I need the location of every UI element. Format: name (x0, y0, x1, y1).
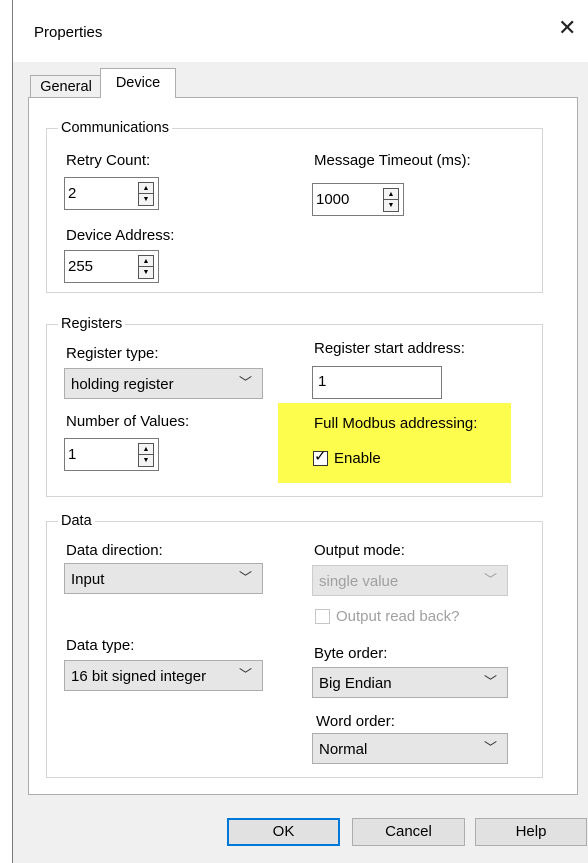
register-start-address-input[interactable]: 1 (312, 366, 442, 399)
byte-order-value: Big Endian (319, 675, 392, 692)
word-order-dropdown[interactable]: Normal ﹀ (312, 733, 508, 764)
window-title: Properties (34, 24, 103, 41)
register-start-address-label: Register start address: (314, 340, 465, 357)
help-button[interactable]: Help (475, 818, 587, 846)
data-direction-label: Data direction: (66, 542, 163, 559)
retry-count-value: 2 (68, 185, 77, 202)
message-timeout-spinner[interactable]: 1000 ▲ ▼ (312, 183, 404, 216)
enable-checkbox[interactable]: ✓ (313, 448, 328, 466)
number-of-values-value: 1 (68, 446, 77, 463)
output-mode-label: Output mode: (314, 542, 405, 559)
number-of-values-label: Number of Values: (66, 413, 190, 430)
data-type-value: 16 bit signed integer (71, 668, 207, 685)
data-direction-value: Input (71, 571, 105, 588)
registers-legend: Registers (58, 316, 126, 332)
device-address-spinner[interactable]: 255 ▲ ▼ (64, 250, 159, 283)
data-type-label: Data type: (66, 637, 135, 654)
close-icon[interactable]: ✕ (558, 17, 576, 39)
output-mode-dropdown: single value ﹀ (312, 565, 508, 596)
checkmark-icon: ✓ (314, 448, 327, 465)
data-type-dropdown[interactable]: 16 bit signed integer ﹀ (64, 660, 263, 691)
number-of-values-spinner[interactable]: 1 ▲ ▼ (64, 438, 159, 471)
register-type-label: Register type: (66, 345, 159, 362)
chevron-down-icon: ﹀ (238, 570, 252, 585)
message-timeout-value: 1000 (316, 191, 350, 208)
chevron-down-icon: ﹀ (483, 740, 497, 755)
spin-up-icon[interactable]: ▲ (138, 443, 154, 455)
tab-device[interactable]: Device (100, 68, 176, 98)
register-type-value: holding register (71, 376, 174, 393)
byte-order-label: Byte order: (314, 645, 388, 662)
device-address-label: Device Address: (66, 227, 175, 244)
ok-button[interactable]: OK (227, 818, 340, 846)
output-readback-checkbox (315, 609, 330, 624)
retry-count-label: Retry Count: (66, 152, 151, 169)
chevron-down-icon: ﹀ (483, 572, 497, 587)
chevron-down-icon: ﹀ (238, 375, 252, 390)
retry-count-spinner[interactable]: 2 ▲ ▼ (64, 177, 159, 210)
register-type-dropdown[interactable]: holding register ﹀ (64, 368, 263, 399)
communications-legend: Communications (58, 120, 172, 136)
spin-down-icon[interactable]: ▼ (138, 267, 154, 279)
enable-label[interactable]: Enable (334, 450, 381, 468)
output-readback-label: Output read back? (336, 608, 460, 625)
spin-up-icon[interactable]: ▲ (138, 182, 154, 194)
chevron-down-icon: ﹀ (238, 667, 252, 682)
word-order-value: Normal (319, 741, 368, 758)
output-mode-value: single value (319, 573, 399, 590)
data-legend: Data (58, 513, 95, 529)
message-timeout-label: Message Timeout (ms): (314, 152, 471, 169)
chevron-down-icon: ﹀ (483, 674, 497, 689)
register-start-address-value: 1 (318, 373, 327, 390)
device-address-value: 255 (68, 258, 94, 275)
full-modbus-addressing-label: Full Modbus addressing: (314, 415, 478, 432)
spin-up-icon[interactable]: ▲ (138, 255, 154, 267)
word-order-label: Word order: (316, 713, 395, 730)
cancel-button[interactable]: Cancel (352, 818, 465, 846)
data-direction-dropdown[interactable]: Input ﹀ (64, 563, 263, 594)
tab-general[interactable]: General (30, 75, 102, 97)
spin-down-icon[interactable]: ▼ (138, 194, 154, 206)
spin-down-icon[interactable]: ▼ (138, 455, 154, 467)
byte-order-dropdown[interactable]: Big Endian ﹀ (312, 667, 508, 698)
spin-down-icon[interactable]: ▼ (383, 200, 399, 212)
spin-up-icon[interactable]: ▲ (383, 188, 399, 200)
